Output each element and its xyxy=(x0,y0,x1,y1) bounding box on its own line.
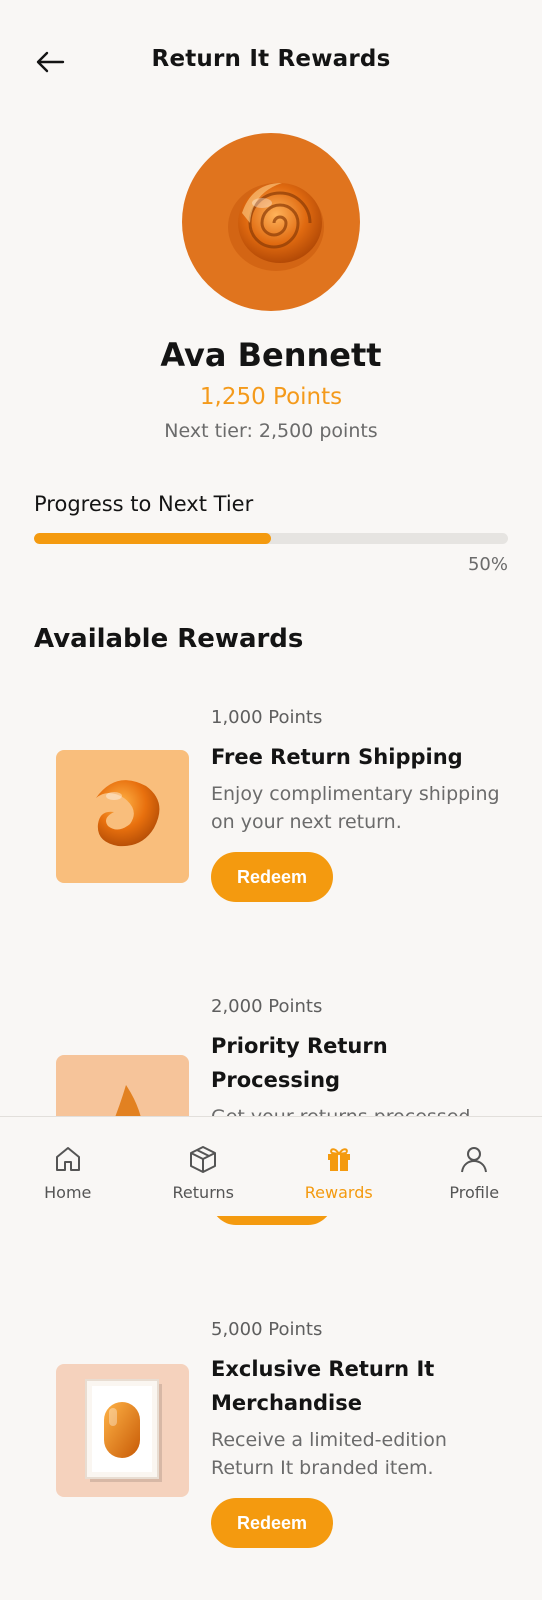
progress-fill xyxy=(34,533,271,544)
tab-profile[interactable]: Profile xyxy=(407,1117,542,1216)
redeem-button[interactable]: Redeem xyxy=(211,1498,333,1548)
tab-rewards[interactable]: Rewards xyxy=(271,1117,407,1216)
tab-label: Returns xyxy=(172,1183,234,1202)
user-icon xyxy=(458,1143,490,1175)
next-tier-text: Next tier: 2,500 points xyxy=(164,420,378,442)
progress-bar xyxy=(34,533,508,544)
redeem-button[interactable]: Redeem xyxy=(211,852,333,902)
progress-label: Progress to Next Tier xyxy=(34,492,254,516)
reward-description: Receive a limited-edition Return It bran… xyxy=(211,1429,447,1479)
tab-home[interactable]: Home xyxy=(0,1117,136,1216)
tab-returns[interactable]: Returns xyxy=(136,1117,272,1216)
reward-points: 2,000 Points xyxy=(211,996,323,1017)
page-title: Return It Rewards xyxy=(151,46,391,72)
user-points: 1,250 Points xyxy=(199,384,343,410)
tab-label: Rewards xyxy=(304,1183,373,1202)
gift-icon xyxy=(323,1143,355,1175)
top-bar: Return It Rewards xyxy=(0,0,542,122)
reward-title: Exclusive Return It Merchandise xyxy=(211,1357,435,1415)
user-name: Ava Bennett xyxy=(160,336,382,374)
tab-label: Profile xyxy=(449,1183,500,1202)
reward-title: Priority Return Processing xyxy=(211,1034,388,1092)
reward-image xyxy=(56,750,189,883)
reward-points: 5,000 Points xyxy=(211,1319,323,1340)
avatar xyxy=(182,133,360,311)
bottom-tab-bar: Home Returns Rewards Profile xyxy=(0,1116,542,1216)
box-icon xyxy=(187,1143,219,1175)
section-title: Available Rewards xyxy=(34,624,304,654)
reward-description: Enjoy complimentary shipping on your nex… xyxy=(211,783,500,833)
tab-label: Home xyxy=(44,1183,92,1202)
progress-percent: 50% xyxy=(467,554,508,575)
home-icon xyxy=(52,1143,84,1175)
reward-points: 1,000 Points xyxy=(211,707,323,728)
reward-title: Free Return Shipping xyxy=(211,745,463,769)
reward-image xyxy=(56,1364,189,1497)
